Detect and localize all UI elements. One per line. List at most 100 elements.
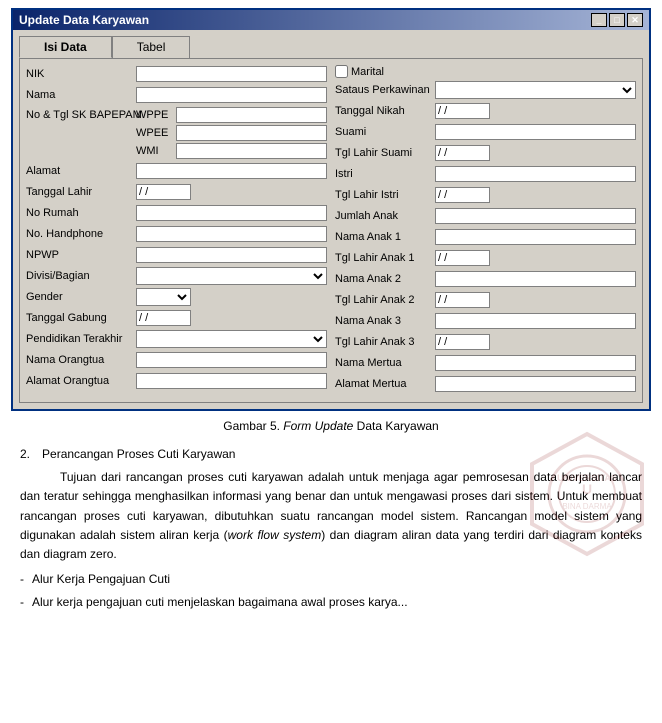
no-handphone-label: No. Handphone <box>26 228 136 240</box>
minimize-button[interactable]: _ <box>591 13 607 27</box>
italic-text: work flow system <box>228 528 322 542</box>
istri-input[interactable] <box>435 166 636 182</box>
nama-anak2-label: Nama Anak 2 <box>335 273 435 285</box>
no-rumah-row: No Rumah <box>26 204 327 222</box>
alamat-mertua-input[interactable] <box>435 376 636 392</box>
alamat-input[interactable] <box>136 163 327 179</box>
nik-input[interactable] <box>136 66 327 82</box>
wpee-input[interactable] <box>176 125 327 141</box>
tgl-lahir-suami-input[interactable] <box>435 145 490 161</box>
sk-bapepam-row: No & Tgl SK BAPEPAM WPPE WPEE <box>26 107 327 159</box>
nik-row: NIK <box>26 65 327 83</box>
section-title: Perancangan Proses Cuti Karyawan <box>42 445 235 464</box>
tgl-nikah-label: Tanggal Nikah <box>335 105 435 117</box>
nama-row: Nama <box>26 86 327 104</box>
bullet-item-1: - Alur Kerja Pengajuan Cuti <box>20 570 642 589</box>
tgl-gabung-label: Tanggal Gabung <box>26 312 136 324</box>
wpee-label: WPEE <box>136 127 174 139</box>
nama-anak1-input[interactable] <box>435 229 636 245</box>
alamat-label: Alamat <box>26 165 136 177</box>
window-content: Isi Data Tabel NIK Nama <box>13 30 649 409</box>
nama-input[interactable] <box>136 87 327 103</box>
nama-anak2-input[interactable] <box>435 271 636 287</box>
tgl-gabung-row: Tanggal Gabung <box>26 309 327 327</box>
nama-mertua-input[interactable] <box>435 355 636 371</box>
caption-prefix: Gambar 5. <box>223 419 283 433</box>
tgl-lahir-anak1-input[interactable] <box>435 250 490 266</box>
no-rumah-input[interactable] <box>136 205 327 221</box>
suami-row: Suami <box>335 123 636 141</box>
suami-input[interactable] <box>435 124 636 140</box>
svg-text:U: U <box>582 481 592 497</box>
marital-label: Marital <box>351 66 384 78</box>
divisi-row: Divisi/Bagian <box>26 267 327 285</box>
jumlah-anak-input[interactable] <box>435 208 636 224</box>
nama-mertua-label: Nama Mertua <box>335 357 435 369</box>
nama-orangtua-label: Nama Orangtua <box>26 354 136 366</box>
maximize-button[interactable]: □ <box>609 13 625 27</box>
no-handphone-input[interactable] <box>136 226 327 242</box>
gender-row: Gender <box>26 288 327 306</box>
divisi-select[interactable] <box>136 267 327 285</box>
bullet-dash-2: - <box>20 593 24 612</box>
figure-area: UNIVERSITAS U BINA DARMA Gambar 5. Form … <box>0 419 662 433</box>
tab-isi-data[interactable]: Isi Data <box>19 36 112 58</box>
svg-text:BINA DARMA: BINA DARMA <box>562 502 612 511</box>
tab-tabel[interactable]: Tabel <box>112 36 191 58</box>
tgl-lahir-input[interactable] <box>136 184 191 200</box>
istri-row: Istri <box>335 165 636 183</box>
tgl-lahir-anak2-input[interactable] <box>435 292 490 308</box>
wppe-input[interactable] <box>176 107 327 123</box>
alamat-row: Alamat <box>26 162 327 180</box>
nama-anak1-label: Nama Anak 1 <box>335 231 435 243</box>
status-perkawinan-select[interactable] <box>435 81 636 99</box>
marital-checkbox[interactable] <box>335 65 348 78</box>
wppe-row: WPPE <box>136 107 327 123</box>
bullet-item-2: - Alur kerja pengajuan cuti menjelaskan … <box>20 593 642 612</box>
istri-label: Istri <box>335 168 435 180</box>
tgl-nikah-row: Tanggal Nikah <box>335 102 636 120</box>
npwp-input[interactable] <box>136 247 327 263</box>
gender-select[interactable] <box>136 288 191 306</box>
alamat-orangtua-input[interactable] <box>136 373 327 389</box>
caption-suffix: Data Karyawan <box>353 419 438 433</box>
tgl-lahir-anak2-row: Tgl Lahir Anak 2 <box>335 291 636 309</box>
form-left: NIK Nama No & Tgl SK BAPEPAM WPPE <box>26 65 327 396</box>
marital-row: Marital <box>335 65 636 78</box>
nama-anak2-row: Nama Anak 2 <box>335 270 636 288</box>
pendidikan-label: Pendidikan Terakhir <box>26 333 136 345</box>
tgl-lahir-suami-row: Tgl Lahir Suami <box>335 144 636 162</box>
nik-label: NIK <box>26 68 136 80</box>
tgl-lahir-istri-input[interactable] <box>435 187 490 203</box>
nama-label: Nama <box>26 89 136 101</box>
tab-content: NIK Nama No & Tgl SK BAPEPAM WPPE <box>19 58 643 403</box>
wmi-label: WMI <box>136 145 174 157</box>
wmi-input[interactable] <box>176 143 327 159</box>
tgl-lahir-anak3-input[interactable] <box>435 334 490 350</box>
tgl-lahir-istri-row: Tgl Lahir Istri <box>335 186 636 204</box>
watermark-logo: UNIVERSITAS U BINA DARMA <box>522 429 652 559</box>
tgl-nikah-input[interactable] <box>435 103 490 119</box>
form-grid: NIK Nama No & Tgl SK BAPEPAM WPPE <box>26 65 636 396</box>
tgl-lahir-anak1-label: Tgl Lahir Anak 1 <box>335 252 435 264</box>
npwp-label: NPWP <box>26 249 136 261</box>
status-perkawinan-label: Sataus Perkawinan <box>335 84 435 96</box>
window-controls: _ □ ✕ <box>591 13 643 27</box>
tab-bar: Isi Data Tabel <box>19 36 643 58</box>
alamat-orangtua-label: Alamat Orangtua <box>26 375 136 387</box>
suami-label: Suami <box>335 126 435 138</box>
tgl-lahir-label: Tanggal Lahir <box>26 186 136 198</box>
alamat-mertua-label: Alamat Mertua <box>335 378 435 390</box>
alamat-orangtua-row: Alamat Orangtua <box>26 372 327 390</box>
wppe-label: WPPE <box>136 109 174 121</box>
close-button[interactable]: ✕ <box>627 13 643 27</box>
alamat-mertua-row: Alamat Mertua <box>335 375 636 393</box>
wpee-row: WPEE <box>136 125 327 141</box>
gender-label: Gender <box>26 291 136 303</box>
nama-orangtua-input[interactable] <box>136 352 327 368</box>
nama-anak3-input[interactable] <box>435 313 636 329</box>
pendidikan-select[interactable] <box>136 330 327 348</box>
nama-orangtua-row: Nama Orangtua <box>26 351 327 369</box>
tgl-lahir-istri-label: Tgl Lahir Istri <box>335 189 435 201</box>
tgl-gabung-input[interactable] <box>136 310 191 326</box>
